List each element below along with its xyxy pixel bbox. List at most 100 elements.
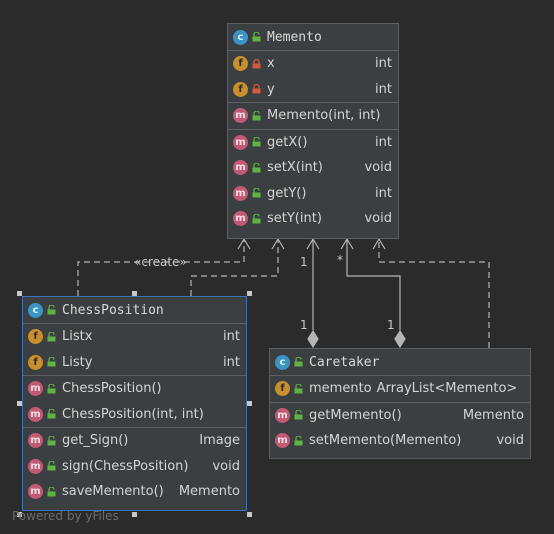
public-visibility-icon — [252, 162, 261, 173]
class-name: Caretaker — [309, 354, 380, 370]
multiplicity-label: * — [337, 253, 343, 267]
field-icon: f — [233, 56, 248, 72]
class-name: ChessPosition — [62, 302, 164, 318]
field-row[interactable]: f Listx int — [23, 324, 246, 350]
method-icon: m — [233, 134, 248, 150]
resize-handle[interactable] — [132, 512, 137, 517]
private-lock-icon — [252, 58, 261, 69]
field-type: int — [375, 56, 392, 72]
public-visibility-icon — [47, 486, 56, 497]
field-type: int — [223, 354, 240, 370]
method-icon: m — [233, 185, 248, 201]
methods-section: m getX() int m setX(int) void m getY() i… — [228, 130, 398, 232]
method-row[interactable]: m getY() int — [228, 181, 398, 207]
public-visibility-icon — [294, 410, 303, 420]
method-signature: getX() — [267, 134, 308, 150]
public-visibility-icon — [252, 137, 261, 147]
watermark-text: Powered by yFiles — [12, 509, 119, 523]
resize-handle[interactable] — [247, 291, 252, 296]
method-icon: m — [233, 211, 248, 227]
constructor-signature: ChessPosition() — [62, 381, 162, 397]
field-row[interactable]: f Listy int — [23, 350, 246, 376]
class-icon: c — [275, 354, 290, 370]
field-row[interactable]: f memento ArrayList<Memento> — [270, 376, 530, 402]
method-icon: m — [28, 458, 43, 474]
aggregation-edge-many[interactable] — [340, 237, 406, 349]
methods-section: m get_Sign() Image m sign(ChessPosition)… — [23, 428, 246, 505]
field-name: memento — [309, 381, 372, 397]
field-name: Listx — [62, 329, 93, 345]
resize-handle[interactable] — [247, 401, 252, 406]
class-header: c Caretaker — [270, 349, 530, 376]
class-header: c ChessPosition — [23, 297, 246, 324]
method-return-type: int — [375, 134, 392, 150]
field-name: Listy — [62, 354, 93, 370]
method-icon: m — [275, 407, 290, 423]
method-row[interactable]: m getMemento() Memento — [270, 403, 530, 429]
field-icon: f — [28, 329, 43, 345]
constructor-row[interactable]: m ChessPosition() — [23, 376, 246, 402]
method-signature: saveMemento() — [62, 484, 164, 500]
field-icon: f — [28, 354, 43, 370]
method-row[interactable]: m setMemento(Memento) void — [270, 428, 530, 454]
method-icon: m — [275, 433, 290, 449]
method-row[interactable]: m saveMemento() Memento — [23, 479, 246, 505]
public-visibility-icon — [47, 305, 56, 315]
dependency-edge-chessposition[interactable] — [190, 237, 285, 296]
field-icon: f — [275, 381, 290, 397]
diagram-canvas[interactable]: «create» 1 * 1 1 c Memento f x int f y i… — [0, 0, 554, 534]
method-row[interactable]: m getX() int — [228, 130, 398, 156]
method-return-type: void — [496, 433, 524, 449]
method-icon: m — [233, 160, 248, 176]
constructors-section: m ChessPosition() m ChessPosition(int, i… — [23, 376, 246, 428]
class-node-caretaker[interactable]: c Caretaker f memento ArrayList<Memento>… — [269, 348, 531, 459]
fields-section: f Listx int f Listy int — [23, 324, 246, 376]
class-node-chessposition[interactable]: c ChessPosition f Listx int f Listy int … — [22, 296, 247, 511]
method-return-type: Memento — [462, 407, 524, 423]
constructor-signature: Memento(int, int) — [267, 108, 381, 124]
public-visibility-icon — [47, 435, 56, 446]
field-row[interactable]: f y int — [228, 77, 398, 103]
resize-handle[interactable] — [17, 291, 22, 296]
fields-section: f memento ArrayList<Memento> — [270, 376, 530, 403]
field-name: x — [267, 56, 275, 72]
multiplicity-label: 1 — [387, 318, 395, 332]
constructor-row[interactable]: m ChessPosition(int, int) — [23, 402, 246, 428]
method-signature: setY(int) — [267, 211, 322, 227]
public-visibility-icon — [252, 32, 261, 42]
public-visibility-icon — [47, 409, 56, 419]
methods-section: m getMemento() Memento m setMemento(Meme… — [270, 403, 530, 454]
constructor-row[interactable]: m Memento(int, int) — [228, 103, 398, 129]
class-header: c Memento — [228, 24, 398, 51]
resize-handle[interactable] — [17, 401, 22, 406]
field-row[interactable]: f x int — [228, 51, 398, 77]
method-signature: sign(ChessPosition) — [62, 458, 189, 474]
resize-handle[interactable] — [247, 512, 252, 517]
method-signature: getY() — [267, 185, 307, 201]
method-return-type: Image — [199, 433, 240, 449]
multiplicity-label: 1 — [300, 255, 308, 269]
method-icon: m — [28, 484, 43, 500]
method-return-type: int — [375, 185, 392, 201]
method-row[interactable]: m setX(int) void — [228, 155, 398, 181]
field-type: ArrayList<Memento> — [376, 381, 518, 397]
public-visibility-icon — [294, 383, 303, 394]
class-icon: c — [28, 302, 43, 318]
resize-handle[interactable] — [132, 291, 137, 296]
multiplicity-label: 1 — [300, 318, 308, 332]
public-visibility-icon — [47, 461, 56, 471]
method-icon: m — [28, 381, 43, 397]
method-row[interactable]: m get_Sign() Image — [23, 428, 246, 454]
method-row[interactable]: m sign(ChessPosition) void — [23, 454, 246, 480]
method-signature: getMemento() — [309, 407, 402, 423]
public-visibility-icon — [252, 213, 261, 224]
public-visibility-icon — [294, 357, 303, 367]
class-node-memento[interactable]: c Memento f x int f y int m Memento(int, — [227, 23, 399, 239]
method-row[interactable]: m setY(int) void — [228, 206, 398, 232]
field-type: int — [375, 81, 392, 97]
method-return-type: void — [364, 160, 392, 176]
aggregation-edge-one[interactable] — [306, 237, 320, 349]
method-signature: get_Sign() — [62, 433, 129, 449]
constructor-signature: ChessPosition(int, int) — [62, 406, 204, 422]
method-icon: m — [233, 108, 248, 124]
